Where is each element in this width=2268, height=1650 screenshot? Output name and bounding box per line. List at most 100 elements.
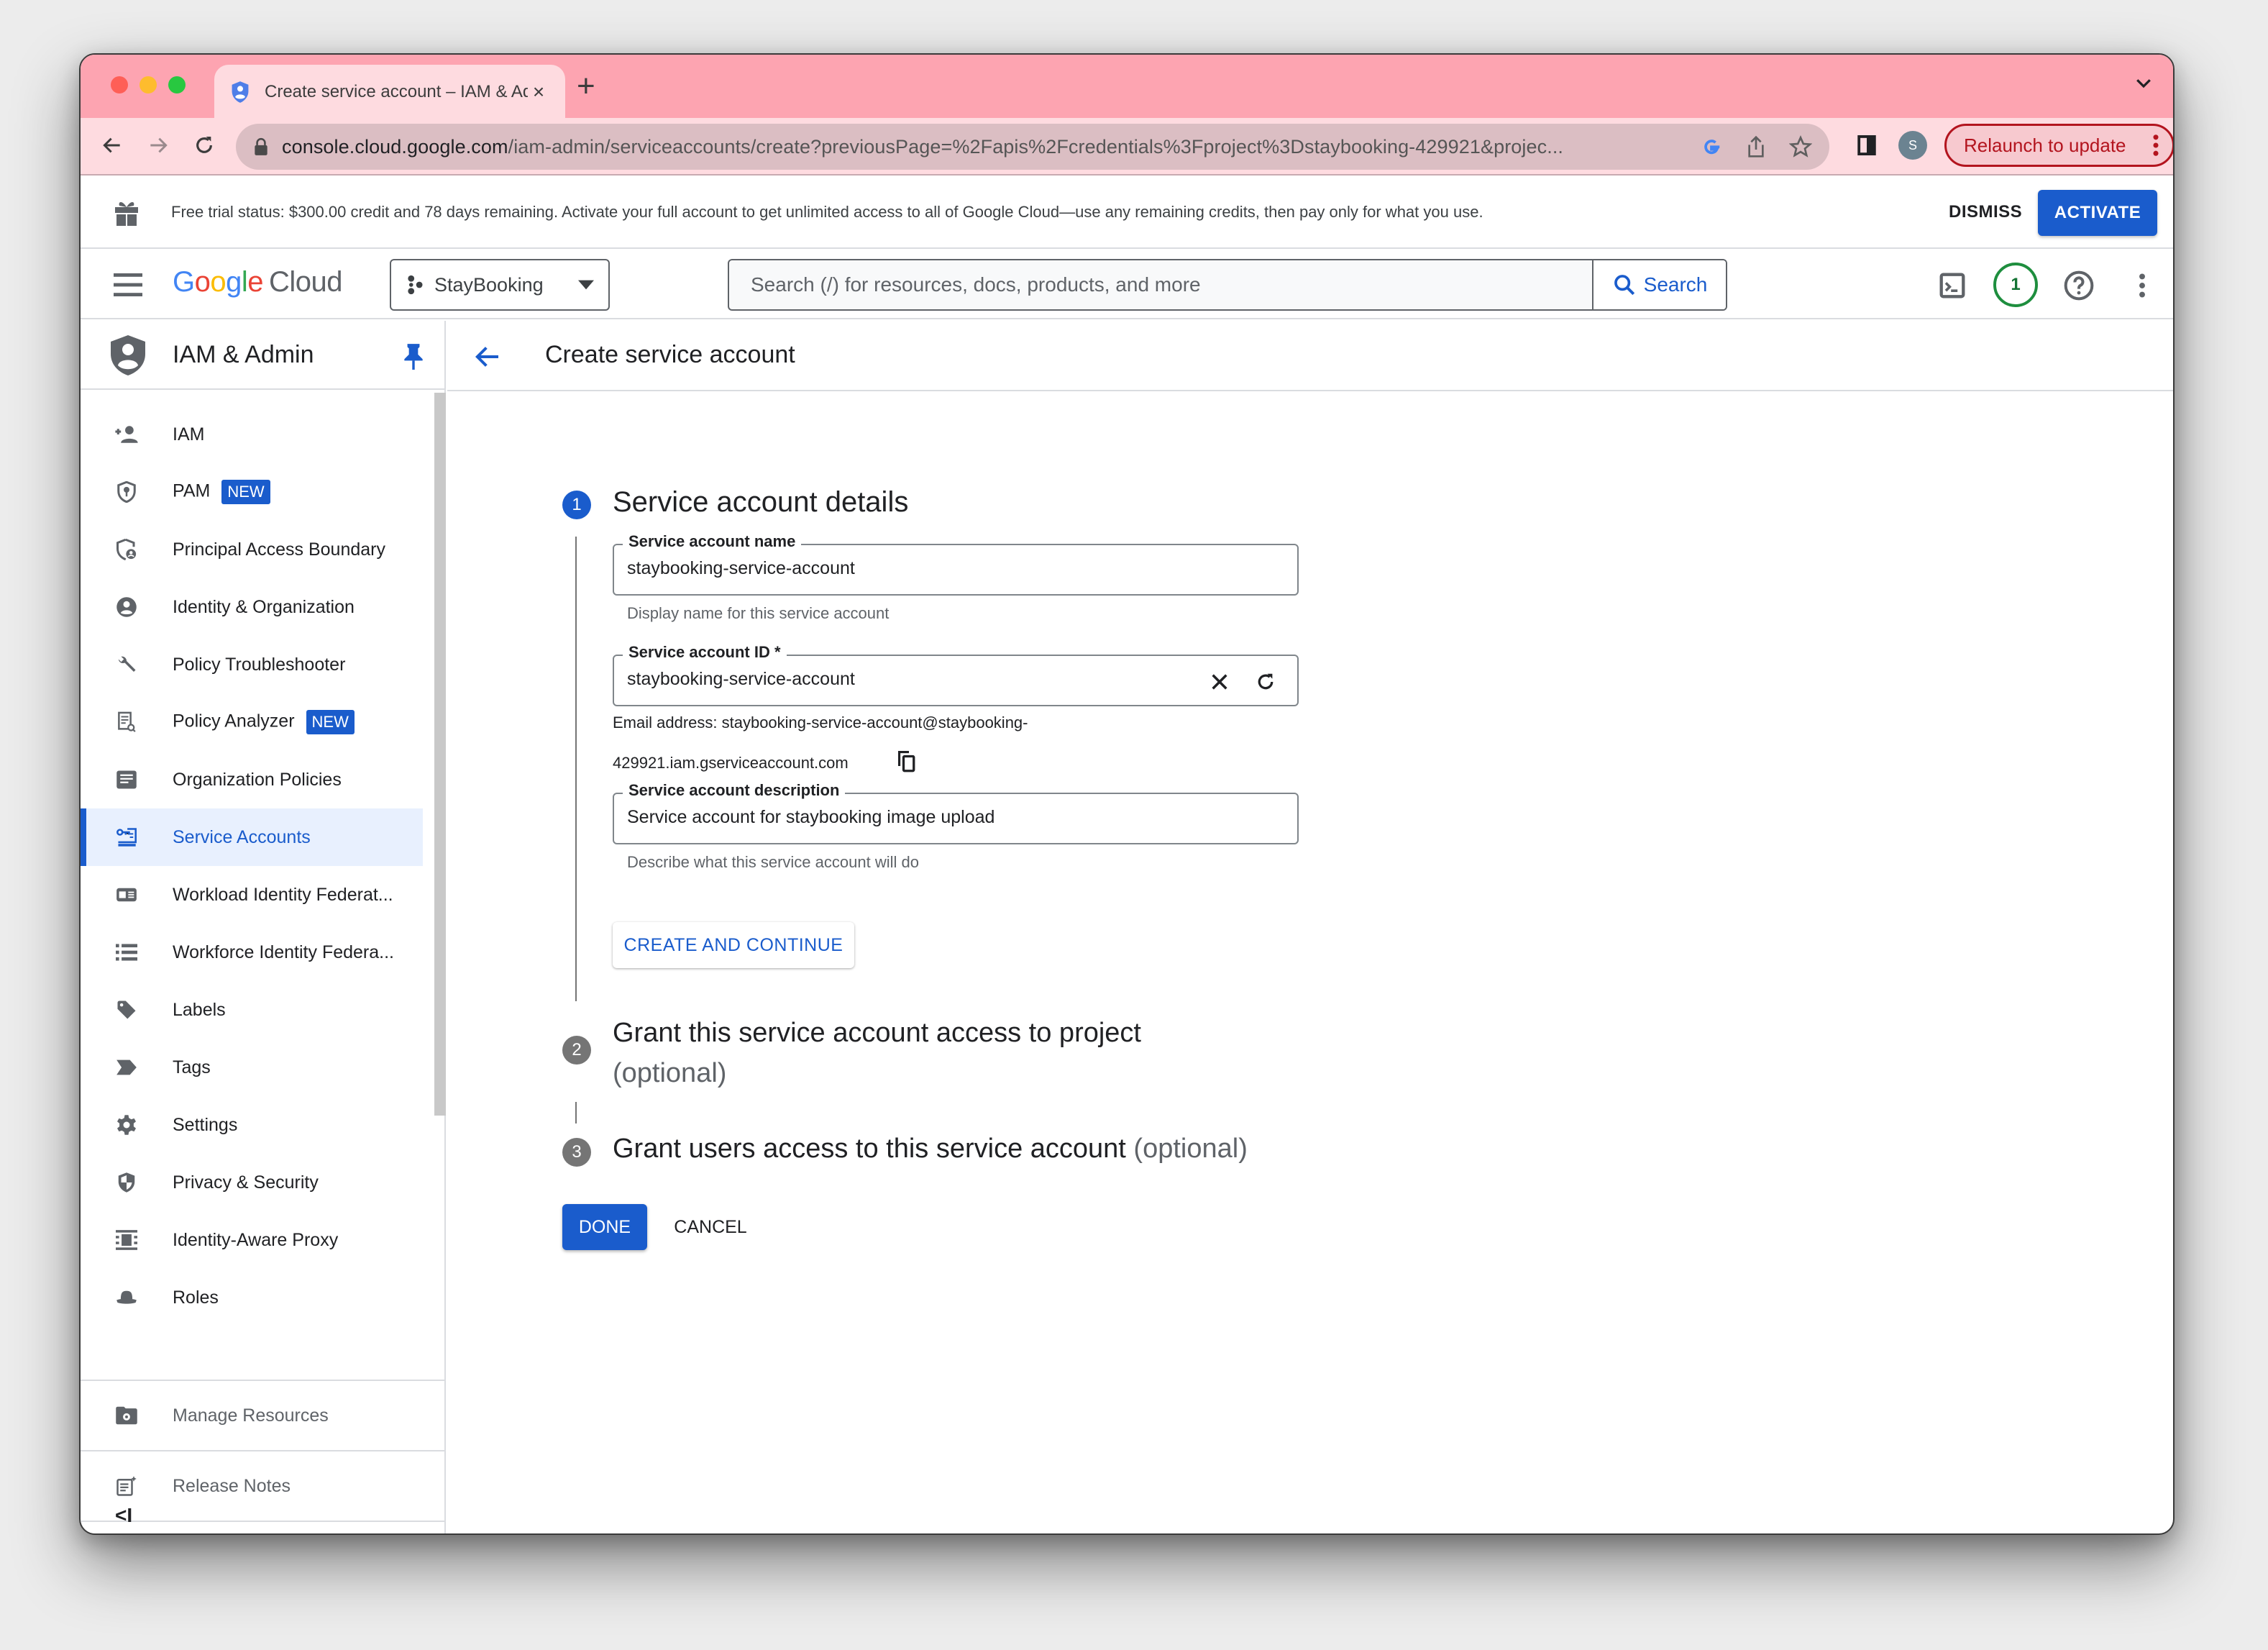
relaunch-label: Relaunch to update <box>1964 134 2126 156</box>
page-title: Create service account <box>545 341 795 368</box>
cancel-button[interactable]: CANCEL <box>667 1204 754 1250</box>
forward-button[interactable] <box>142 129 174 161</box>
iam-shield-icon <box>111 335 145 375</box>
new-tab-button[interactable]: + <box>577 70 595 102</box>
sidebar-item-identity-aware-proxy[interactable]: Identity-Aware Proxy <box>81 1211 423 1269</box>
chevron-down-icon[interactable] <box>2133 72 2154 94</box>
new-badge: NEW <box>221 480 270 504</box>
sidebar-item-label: Organization Policies <box>173 769 342 790</box>
sidebar-item-tags[interactable]: Tags <box>81 1039 423 1096</box>
search-input[interactable] <box>729 260 1592 309</box>
sidebar-item-identity-organization[interactable]: Identity & Organization <box>81 578 423 636</box>
sidebar-item-label: Manage Resources <box>173 1405 329 1426</box>
account-avatar[interactable]: S <box>2173 262 2175 308</box>
back-arrow-icon[interactable] <box>473 342 502 371</box>
sidebar-item-workforce-identity-federation[interactable]: Workforce Identity Federa... <box>81 924 423 981</box>
back-button[interactable] <box>96 129 128 161</box>
sidebar-item-organization-policies[interactable]: Organization Policies <box>81 751 423 808</box>
sidebar-item-policy-analyzer[interactable]: Policy Analyzer NEW <box>81 693 423 751</box>
list-box-icon <box>114 767 140 793</box>
sidebar-item-label: Service Accounts <box>173 826 311 847</box>
project-picker[interactable]: StayBooking <box>390 259 610 311</box>
step-2-optional: (optional) <box>613 1058 727 1088</box>
sidebar-footer-divider <box>81 1521 444 1533</box>
sidebar-nav: IAM PAM NEW Principal Access Boundary Ide… <box>81 391 444 1326</box>
sidebar-item-label: Workforce Identity Federa... <box>173 942 394 962</box>
label-tag-icon <box>114 997 140 1023</box>
sidebar-scrollbar[interactable] <box>434 393 446 1116</box>
search-button[interactable]: Search <box>1592 260 1726 309</box>
address-bar[interactable]: console.cloud.google.com/iam-admin/servi… <box>236 124 1829 170</box>
sidebar-header: IAM & Admin <box>81 321 444 390</box>
browser-tab-active[interactable]: Create service account – IAM & Admin × <box>214 65 565 119</box>
arrow-left-icon <box>103 137 120 153</box>
sidebar-item-pam[interactable]: PAM NEW <box>81 463 423 521</box>
relaunch-to-update-button[interactable]: Relaunch to update <box>1944 124 2173 167</box>
activate-button[interactable]: ACTIVATE <box>2038 190 2157 236</box>
help-button[interactable] <box>2059 266 2098 305</box>
service-account-name-field: Service account name <box>613 532 1299 596</box>
profile-button[interactable]: S <box>1897 129 1929 161</box>
service-account-description-input[interactable] <box>627 807 1202 828</box>
logo-letter: l <box>241 266 248 298</box>
share-icon[interactable] <box>1742 132 1770 161</box>
email-address-line-1: Email address: staybooking-service-accou… <box>613 714 1028 731</box>
url-path: /iam-admin/serviceaccounts/create?previo… <box>508 135 1564 158</box>
hat-icon <box>114 1285 140 1311</box>
sidebar-item-release-notes[interactable]: Release Notes <box>81 1450 444 1521</box>
minimize-window-button[interactable] <box>140 76 157 94</box>
done-button[interactable]: DONE <box>562 1204 647 1250</box>
hamburger-menu-icon[interactable] <box>114 272 142 298</box>
collapse-sidebar-button[interactable]: <I <box>115 1504 132 1527</box>
sidebar-item-label: Policy Troubleshooter <box>173 654 346 675</box>
more-options-button[interactable] <box>2123 266 2162 305</box>
maximize-window-button[interactable] <box>168 76 186 94</box>
side-panel-button[interactable] <box>1851 129 1883 161</box>
logo-letter: o <box>194 266 211 298</box>
sidebar-item-iam[interactable]: IAM <box>81 406 423 463</box>
sidebar-item-label: Identity & Organization <box>173 596 355 617</box>
regenerate-icon[interactable] <box>1251 667 1280 696</box>
step-1-title: Service account details <box>613 486 909 518</box>
sidebar-item-policy-troubleshooter[interactable]: Policy Troubleshooter <box>81 636 423 693</box>
sidebar-item-manage-resources[interactable]: Manage Resources <box>81 1380 444 1450</box>
sidebar-item-label: Settings <box>173 1114 238 1135</box>
page-header: Create service account <box>447 321 2173 391</box>
close-window-button[interactable] <box>111 76 128 94</box>
notifications-badge[interactable]: 1 <box>1993 263 2038 307</box>
sidebar-item-principal-access-boundary[interactable]: Principal Access Boundary <box>81 521 423 578</box>
terminal-icon <box>1939 273 1965 298</box>
sidebar-item-service-accounts[interactable]: Service Accounts <box>81 808 423 866</box>
clear-icon[interactable] <box>1205 667 1234 696</box>
logo-letter: e <box>247 266 264 298</box>
create-and-continue-button[interactable]: CREATE AND CONTINUE <box>613 922 854 968</box>
service-account-id-input[interactable] <box>627 669 1202 690</box>
sidebar-item-roles[interactable]: Roles <box>81 1269 423 1326</box>
pin-icon[interactable] <box>403 342 424 370</box>
logo-letter: g <box>226 266 242 298</box>
service-account-key-icon <box>114 824 140 850</box>
dismiss-button[interactable]: DISMISS <box>1949 202 2022 222</box>
service-account-description-label: Service account description <box>623 781 846 800</box>
bookmark-star-icon[interactable] <box>1786 132 1815 161</box>
step-2-title[interactable]: Grant this service account access to pro… <box>613 1013 1141 1093</box>
service-account-name-label: Service account name <box>623 532 802 551</box>
profile-avatar: S <box>1898 131 1927 160</box>
cloud-shell-button[interactable] <box>1933 266 1972 305</box>
sidebar-item-workload-identity-federation[interactable]: Workload Identity Federat... <box>81 866 423 924</box>
sidebar-item-privacy-security[interactable]: Privacy & Security <box>81 1154 423 1211</box>
copy-icon[interactable] <box>895 749 919 774</box>
tab-close-icon[interactable]: × <box>528 81 549 104</box>
sidebar-item-labels[interactable]: Labels <box>81 981 423 1039</box>
url-host: console.cloud.google.com <box>282 135 508 158</box>
folder-gear-icon <box>114 1403 140 1428</box>
reload-button[interactable] <box>188 129 220 161</box>
google-cloud-logo[interactable]: Google Cloud <box>173 266 343 298</box>
tab-title: Create service account – IAM & Admin <box>265 82 528 101</box>
sidebar-item-settings[interactable]: Settings <box>81 1096 423 1154</box>
step-3-title[interactable]: Grant users access to this service accou… <box>613 1134 1248 1164</box>
sidebar-item-label: PAM NEW <box>173 480 270 504</box>
service-account-name-input[interactable] <box>627 558 1202 579</box>
step-connector-line <box>575 537 577 1001</box>
google-lens-icon[interactable] <box>1697 132 1726 161</box>
